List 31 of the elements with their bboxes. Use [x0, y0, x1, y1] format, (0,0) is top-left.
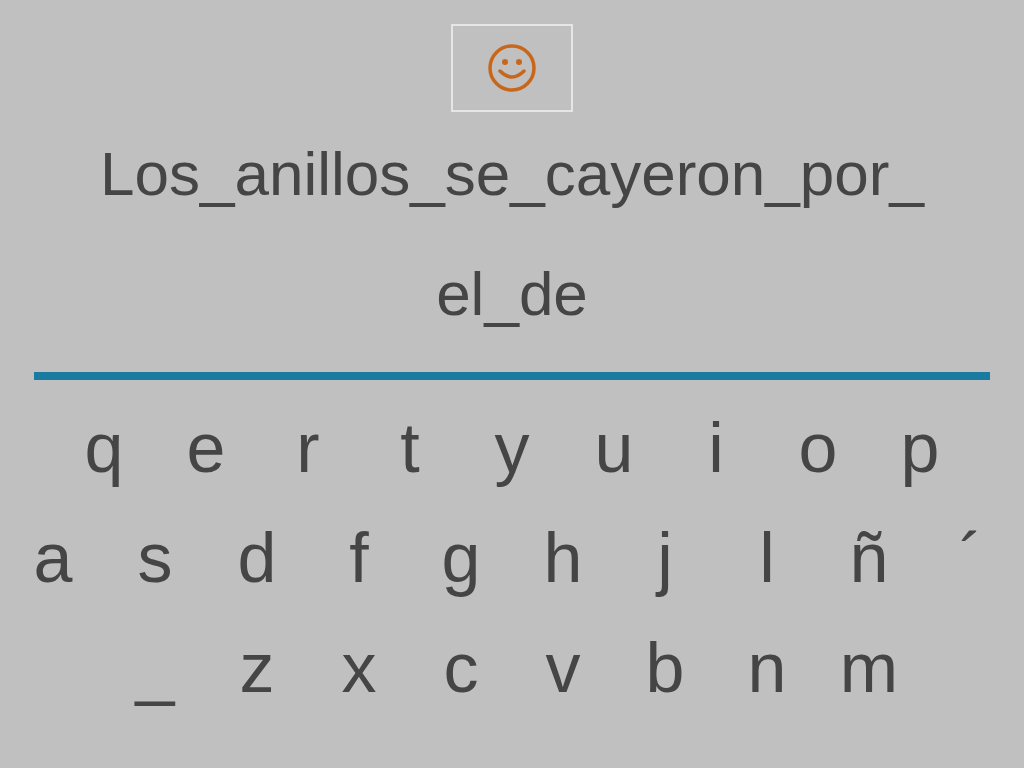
letter-key[interactable]: b [614, 614, 716, 722]
smiley-box[interactable] [451, 24, 573, 112]
letter-key[interactable]: h [512, 504, 614, 612]
letter-key[interactable]: _ [104, 614, 206, 722]
letter-key[interactable]: l [716, 504, 818, 612]
smiley-icon [487, 43, 537, 93]
letter-key[interactable]: y [461, 394, 563, 502]
letter-key[interactable]: m [818, 614, 920, 722]
letter-key[interactable]: p [869, 394, 971, 502]
letter-key[interactable]: z [206, 614, 308, 722]
letter-key[interactable]: n [716, 614, 818, 722]
letter-key[interactable]: v [512, 614, 614, 722]
letter-key[interactable]: t [359, 394, 461, 502]
letter-key[interactable]: s [104, 504, 206, 612]
letter-key[interactable]: q [53, 394, 155, 502]
letter-key[interactable]: u [563, 394, 665, 502]
letter-key[interactable]: i [665, 394, 767, 502]
letter-key[interactable]: d [206, 504, 308, 612]
letter-key[interactable]: o [767, 394, 869, 502]
sentence-text: el_de [436, 258, 588, 330]
letter-key[interactable]: ñ [818, 504, 920, 612]
sentence-text: Los_anillos_se_cayeron_por_ [100, 138, 924, 210]
letter-key[interactable]: ´ [920, 504, 1022, 612]
letter-key[interactable]: c [410, 614, 512, 722]
letter-key[interactable]: x [308, 614, 410, 722]
letter-key[interactable]: j [614, 504, 716, 612]
letter-key[interactable]: a [2, 504, 104, 612]
letter-key[interactable]: f [308, 504, 410, 612]
letter-key[interactable]: r [257, 394, 359, 502]
letter-key[interactable]: g [410, 504, 512, 612]
letter-key[interactable]: e [155, 394, 257, 502]
